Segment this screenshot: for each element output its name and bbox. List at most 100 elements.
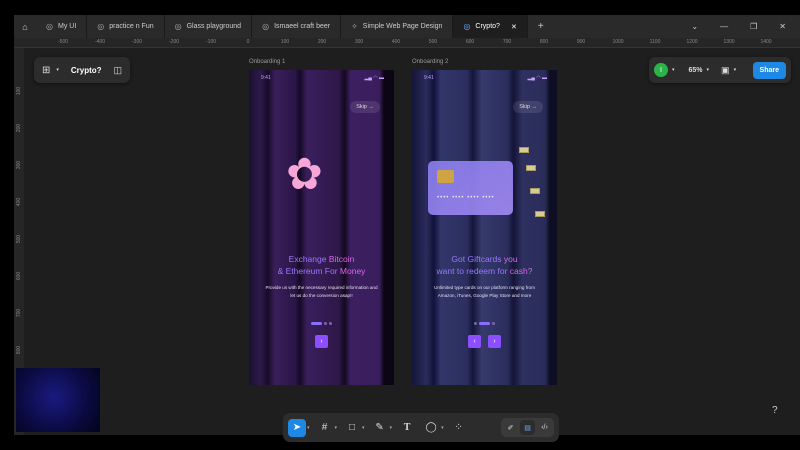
chevron-down-icon[interactable]: ▾ bbox=[335, 425, 338, 431]
tab-bar: ⌂ ◎ My UI ◎ practice n Fun ◎ Glass playgrou… bbox=[14, 15, 800, 38]
ruler-tick-label: 300 bbox=[16, 160, 23, 170]
ruler-tick-label: 700 bbox=[502, 39, 512, 45]
frame-label[interactable]: Onboarding 2 bbox=[412, 59, 448, 65]
ruler-tick-label: 900 bbox=[576, 39, 586, 45]
tab-craft-beer[interactable]: ◎ Ismaeel craft beer bbox=[252, 15, 342, 38]
ruler-tick-label: 1400 bbox=[760, 39, 772, 45]
minimize-button[interactable]: — bbox=[720, 22, 728, 31]
status-icons: ▂▄ ◠ ▬ bbox=[364, 75, 384, 81]
bottom-toolbar: ➤ ▾ # ▾ □ ▾ ✎ ▾ T ◯ ▾ ⁘ ✐ ▤ ‹/› bbox=[283, 413, 559, 442]
mode-switcher: ✐ ▤ ‹/› bbox=[501, 418, 554, 437]
webcam-overlay bbox=[16, 368, 100, 432]
restore-button[interactable]: ❐ bbox=[750, 22, 757, 31]
text-tool-icon[interactable]: T bbox=[398, 419, 416, 437]
close-tab-icon[interactable]: ✕ bbox=[511, 23, 517, 31]
chevron-down-icon[interactable]: ▾ bbox=[362, 425, 365, 431]
ruler-tick-label: 1200 bbox=[686, 39, 698, 45]
comment-tool-icon[interactable]: ◯ bbox=[422, 419, 440, 437]
avatar[interactable]: I bbox=[654, 63, 668, 77]
file-icon: ◎ bbox=[174, 22, 182, 31]
file-icon: ◎ bbox=[46, 22, 53, 31]
skip-button[interactable]: Skip → bbox=[513, 101, 543, 113]
page-indicator bbox=[249, 322, 394, 325]
share-button[interactable]: Share bbox=[752, 61, 786, 79]
ruler-tick-label: 300 bbox=[354, 39, 364, 45]
sidebar-toggle-icon[interactable]: ◫ bbox=[113, 65, 122, 76]
file-icon: ◎ bbox=[97, 22, 105, 31]
ruler-tick-label: 800 bbox=[16, 345, 23, 355]
file-panel: ⊞ ▾ Crypto? ◫ bbox=[34, 57, 130, 83]
tab-practice[interactable]: ◎ practice n Fun bbox=[87, 15, 165, 38]
chevron-down-icon[interactable]: ⌄ bbox=[691, 22, 698, 31]
figma-menu-icon[interactable]: ⊞ bbox=[42, 65, 50, 76]
ruler-tick-label: 500 bbox=[16, 234, 23, 244]
ruler-tick-label: 700 bbox=[16, 308, 23, 318]
move-tool-icon[interactable]: ➤ bbox=[288, 418, 306, 437]
pen-tool-icon[interactable]: ✎ bbox=[371, 419, 389, 437]
ruler-tick-label: 0 bbox=[246, 39, 250, 45]
ruler-tick-label: 100 bbox=[16, 86, 23, 96]
prev-button[interactable]: ‹ bbox=[468, 335, 481, 348]
tab-my-ui[interactable]: ◎ My UI bbox=[36, 15, 88, 38]
skip-button[interactable]: Skip → bbox=[350, 101, 380, 113]
ruler-tick-label: 500 bbox=[428, 39, 438, 45]
ruler-tick-label: 600 bbox=[465, 39, 475, 45]
page-indicator bbox=[412, 322, 557, 325]
dev-mode-icon[interactable]: ‹/› bbox=[537, 420, 552, 435]
ruler-tick-label: 800 bbox=[539, 39, 549, 45]
new-tab-button[interactable]: + bbox=[528, 21, 554, 32]
onboarding-description: Unlimited type cards on our platform ran… bbox=[434, 285, 535, 298]
card-chip bbox=[437, 170, 454, 183]
onboarding-1-frame[interactable]: 9:41 ▂▄ ◠ ▬ Skip → ✿ Exchange Bitcoin & Et… bbox=[249, 70, 394, 385]
chevron-down-icon[interactable]: ▾ bbox=[56, 67, 59, 73]
banknote-icon bbox=[519, 147, 529, 153]
chevron-down-icon[interactable]: ▾ bbox=[307, 425, 310, 431]
present-icon[interactable]: ▣ bbox=[721, 65, 730, 76]
banknote-icon bbox=[535, 211, 545, 217]
ruler-tick-label: 400 bbox=[16, 197, 23, 207]
tab-glass[interactable]: ◎ Glass playground bbox=[165, 15, 253, 38]
ruler-tick-label: 200 bbox=[317, 39, 327, 45]
home-icon[interactable]: ⌂ bbox=[14, 22, 36, 32]
horizontal-ruler: -500 -400 -300 -200 -100 0 100 200 300 400 500 600 7… bbox=[14, 38, 800, 48]
ruler-tick-label: 1000 bbox=[612, 39, 624, 45]
status-icons: ▂▄ ◠ ▬ bbox=[527, 75, 547, 81]
file-name[interactable]: Crypto? bbox=[71, 66, 102, 75]
chevron-down-icon[interactable]: ▾ bbox=[390, 425, 393, 431]
card-number: •••• •••• •••• •••• bbox=[437, 195, 495, 201]
tab-crypto[interactable]: ◎ Crypto? ✕ bbox=[453, 15, 528, 38]
frame-label[interactable]: Onboarding 1 bbox=[249, 59, 285, 65]
ruler-tick-label: -500 bbox=[57, 39, 69, 45]
file-icon: ◎ bbox=[463, 22, 471, 31]
rectangle-tool-icon[interactable]: □ bbox=[343, 419, 361, 437]
ruler-tick-label: -200 bbox=[168, 39, 180, 45]
onboarding-2-frame[interactable]: 9:41 ▂▄ ◠ ▬ Skip → •••• •••• •••• •••• Go… bbox=[412, 70, 557, 385]
ruler-tick-label: -300 bbox=[131, 39, 143, 45]
design-mode-icon[interactable]: ▤ bbox=[520, 420, 535, 435]
ruler-tick-label: -400 bbox=[94, 39, 106, 45]
onboarding-title: Got Giftcards you want to redeem for cash… bbox=[436, 254, 533, 276]
draw-mode-icon[interactable]: ✐ bbox=[503, 420, 518, 435]
zoom-level[interactable]: 65% bbox=[689, 67, 703, 74]
cherry-blossom-icon: ✿ bbox=[286, 150, 323, 199]
top-right-panel: I ▾ 65% ▾ ▣ ▾ Share bbox=[649, 57, 791, 83]
actions-icon[interactable]: ⁘ bbox=[450, 419, 468, 437]
status-time: 9:41 bbox=[261, 75, 271, 81]
next-button[interactable]: › bbox=[315, 335, 328, 348]
frame-tool-icon[interactable]: # bbox=[316, 419, 334, 437]
help-button[interactable]: ? bbox=[772, 405, 778, 416]
ruler-tick-label: 100 bbox=[280, 39, 290, 45]
ruler-tick-label: 200 bbox=[16, 123, 23, 133]
next-button[interactable]: › bbox=[488, 335, 501, 348]
onboarding-description: Provide us with the necessary required i… bbox=[265, 285, 378, 298]
chevron-down-icon[interactable]: ▾ bbox=[441, 425, 444, 431]
tab-simple-web[interactable]: ✧ Simple Web Page Design bbox=[341, 15, 454, 38]
status-time: 9:41 bbox=[424, 75, 434, 81]
ruler-tick-label: 400 bbox=[391, 39, 401, 45]
design-icon: ✧ bbox=[351, 22, 358, 31]
banknote-icon bbox=[526, 165, 536, 171]
credit-card-illustration: •••• •••• •••• •••• bbox=[428, 161, 513, 215]
figma-window: ⌂ ◎ My UI ◎ practice n Fun ◎ Glass playgrou… bbox=[14, 15, 800, 442]
ruler-tick-label: 1100 bbox=[649, 39, 661, 45]
close-window-button[interactable]: ✕ bbox=[779, 22, 786, 31]
